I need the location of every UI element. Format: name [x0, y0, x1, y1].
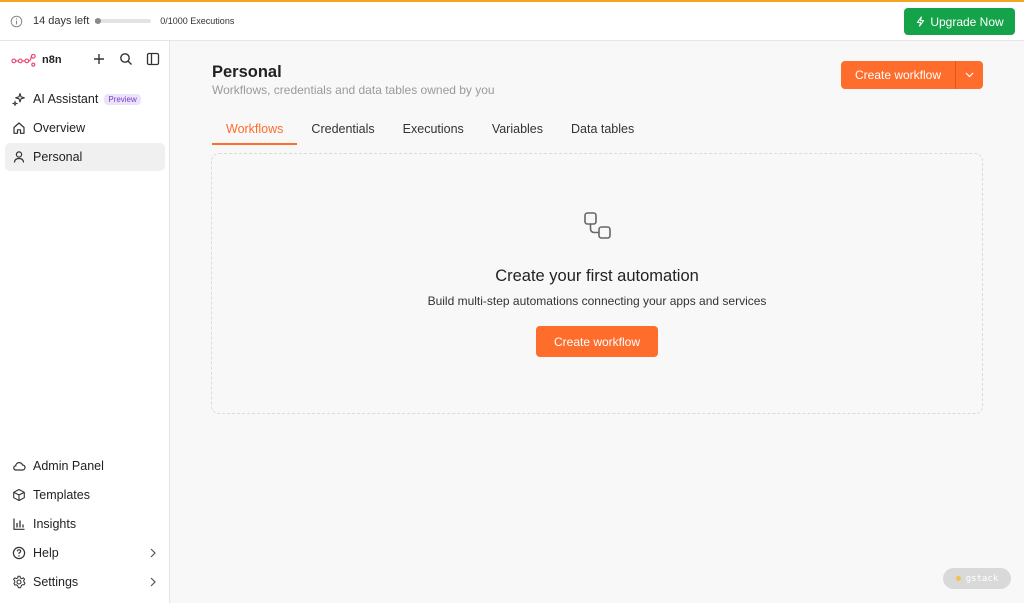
- search-icon: [120, 53, 132, 65]
- tab-workflows[interactable]: Workflows: [212, 119, 298, 145]
- upgrade-now-button[interactable]: Upgrade Now: [904, 8, 1015, 35]
- gstack-badge[interactable]: gstack: [943, 568, 1011, 589]
- sidebar-item-admin-panel[interactable]: Admin Panel: [5, 452, 165, 480]
- tabs: Workflows Credentials Executions Variabl…: [212, 119, 648, 145]
- empty-state-title: Create your first automation: [495, 267, 699, 285]
- sidebar-panel-icon: [146, 52, 160, 66]
- user-icon: [13, 151, 25, 163]
- page-title: Personal: [212, 63, 282, 81]
- help-circle-icon: [12, 546, 26, 560]
- page-subtitle: Workflows, credentials and data tables o…: [212, 83, 495, 97]
- main-content: Personal Workflows, credentials and data…: [171, 41, 1024, 603]
- sidebar-item-templates[interactable]: Templates: [5, 481, 165, 509]
- sidebar-item-label: Overview: [33, 121, 86, 135]
- executions-count: 0/1000 Executions: [160, 16, 235, 26]
- gstack-label: gstack: [965, 573, 999, 584]
- sidebar-item-label: Personal: [33, 150, 83, 164]
- search-button[interactable]: [118, 51, 134, 67]
- sidebar-item-label: Help: [33, 546, 59, 560]
- n8n-logo-icon: [11, 53, 36, 67]
- brand-name: n8n: [42, 54, 62, 66]
- create-workflow-split-button: Create workflow: [841, 61, 983, 89]
- tab-credentials[interactable]: Credentials: [297, 119, 388, 143]
- sidebar-item-ai-assistant[interactable]: AI Assistant Preview: [5, 85, 165, 113]
- tab-executions[interactable]: Executions: [389, 119, 478, 143]
- bar-chart-icon: [13, 518, 25, 530]
- create-first-workflow-button[interactable]: Create workflow: [536, 326, 658, 357]
- info-icon: [10, 15, 23, 27]
- executions-progress-bar: [95, 18, 152, 24]
- status-dot: [955, 576, 961, 581]
- plus-icon: [94, 54, 104, 64]
- upgrade-now-label: Upgrade Now: [930, 14, 1004, 29]
- sidebar-item-overview[interactable]: Overview: [5, 114, 165, 142]
- tab-data-tables[interactable]: Data tables: [557, 119, 648, 143]
- create-workflow-button[interactable]: Create workflow: [841, 61, 955, 89]
- box-icon: [13, 488, 25, 502]
- trial-status: 14 days left 0/1000 Executions: [10, 12, 234, 30]
- sidebar-item-label: Admin Panel: [33, 459, 104, 473]
- lightning-icon: [917, 16, 925, 27]
- chevron-right-icon: [150, 577, 156, 587]
- sidebar-item-personal[interactable]: Personal: [5, 143, 165, 171]
- sidebar-item-label: Insights: [33, 517, 77, 531]
- workflow-icon: [584, 212, 611, 239]
- toggle-sidebar-button[interactable]: [145, 51, 161, 67]
- gear-icon: [13, 575, 26, 589]
- preview-badge: Preview: [104, 93, 141, 105]
- create-options-dropdown[interactable]: [955, 61, 983, 89]
- add-button[interactable]: [91, 51, 107, 67]
- cloud-icon: [13, 462, 26, 471]
- empty-state-description: Build multi-step automations connecting …: [427, 294, 767, 308]
- sidebar-item-label: AI Assistant: [33, 92, 99, 106]
- home-icon: [13, 122, 25, 134]
- chevron-right-icon: [150, 548, 156, 558]
- tab-variables[interactable]: Variables: [478, 119, 557, 143]
- sidebar-item-label: Templates: [33, 488, 90, 502]
- chevron-down-icon: [965, 72, 974, 78]
- sidebar-item-insights[interactable]: Insights: [5, 510, 165, 538]
- sidebar-item-label: Settings: [33, 575, 79, 589]
- sparkles-icon: [12, 92, 25, 106]
- sidebar: n8n AI Assistant Preview Overview Person…: [0, 41, 170, 603]
- trial-banner: 14 days left 0/1000 Executions Upgrade N…: [0, 0, 1024, 41]
- trial-days-left: 14 days left: [33, 15, 90, 27]
- executions-progress-dot: [95, 18, 102, 24]
- sidebar-item-help[interactable]: Help: [5, 539, 165, 567]
- sidebar-item-settings[interactable]: Settings: [5, 568, 165, 596]
- empty-state-card: Create your first automation Build multi…: [211, 153, 983, 414]
- n8n-logo[interactable]: n8n: [11, 52, 62, 68]
